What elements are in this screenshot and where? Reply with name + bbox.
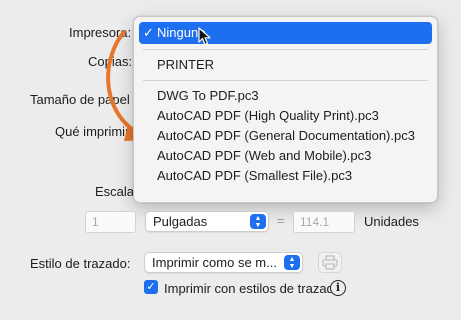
menu-item-ninguno[interactable]: ✓ Ninguno — [139, 22, 432, 44]
checkmark-icon: ✓ — [143, 25, 154, 40]
menu-item-autocad-pdf-web-mobile[interactable]: AutoCAD PDF (Web and Mobile).pc3 — [139, 146, 432, 166]
scale-label: Escala — [95, 184, 135, 199]
units-select-value: Pulgadas — [153, 214, 208, 229]
menu-item-dwg-to-pdf[interactable]: DWG To PDF.pc3 — [139, 86, 432, 106]
edit-plot-style-button[interactable] — [318, 252, 342, 273]
scale-left-field[interactable]: 1 — [85, 211, 136, 233]
stepper-arrows-icon: ▲ ▼ — [250, 214, 266, 229]
info-icon[interactable]: i — [330, 280, 346, 296]
menu-separator — [143, 49, 428, 50]
menu-separator — [143, 80, 428, 81]
menu-item-autocad-pdf-smallest-file[interactable]: AutoCAD PDF (Smallest File).pc3 — [139, 166, 432, 186]
stepper-arrows-icon: ▲ ▼ — [284, 255, 300, 270]
scale-right-field[interactable]: 114.1 — [293, 211, 355, 233]
plot-style-select[interactable]: Imprimir como se m... ▲ ▼ — [144, 252, 303, 273]
equals-sign: = — [277, 213, 285, 228]
menu-item-autocad-pdf-general-documentation[interactable]: AutoCAD PDF (General Documentation).pc3 — [139, 126, 432, 146]
checkmark-icon: ✓ — [146, 281, 156, 293]
plot-with-styles-checkbox[interactable]: ✓ — [144, 280, 158, 294]
menu-item-printer[interactable]: PRINTER — [139, 55, 432, 75]
menu-item-autocad-pdf-high-quality[interactable]: AutoCAD PDF (High Quality Print).pc3 — [139, 106, 432, 126]
printer-dropdown-menu[interactable]: ✓ Ninguno PRINTER DWG To PDF.pc3 AutoCAD… — [133, 16, 438, 203]
units-select[interactable]: Pulgadas ▲ ▼ — [145, 211, 269, 232]
units-label: Unidades — [364, 214, 419, 229]
mouse-cursor-icon — [198, 27, 211, 46]
plot-style-select-value: Imprimir como se m... — [152, 255, 277, 270]
printer-icon — [322, 255, 338, 270]
plot-style-label: Estilo de trazado: — [30, 256, 131, 271]
plot-with-styles-label: Imprimir con estilos de trazado — [164, 281, 342, 296]
